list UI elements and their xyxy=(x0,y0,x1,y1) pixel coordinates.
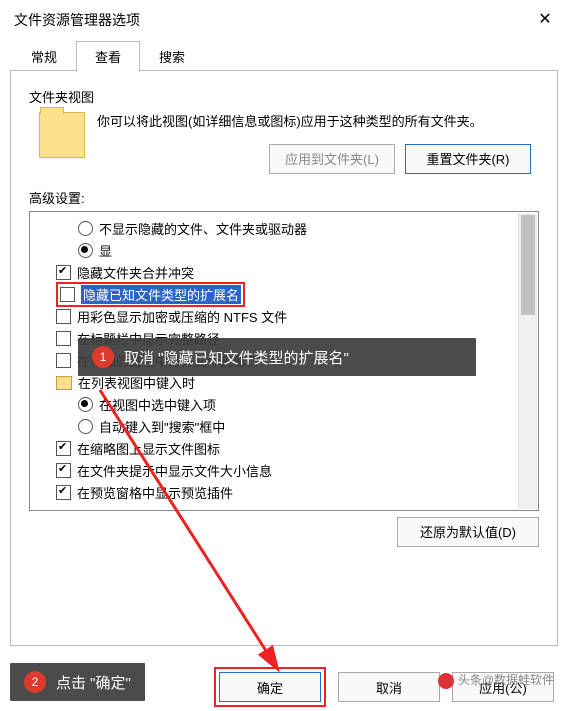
tab-general[interactable]: 常规 xyxy=(12,41,76,72)
list-item-label: 隐藏已知文件类型的扩展名 xyxy=(81,285,241,304)
list-item-label: 在视图中选中键入项 xyxy=(99,395,216,414)
checkbox[interactable] xyxy=(56,331,71,346)
list-item[interactable]: 在缩略图上显示文件图标 xyxy=(34,438,534,460)
restore-defaults-button[interactable]: 还原为默认值(D) xyxy=(397,517,539,547)
folder-view-body: 你可以将此视图(如详细信息或图标)应用于这种类型的所有文件夹。 应用到文件夹(L… xyxy=(39,112,539,174)
ok-highlight: 确定 xyxy=(214,667,326,707)
checkbox[interactable] xyxy=(60,287,75,302)
watermark-icon xyxy=(438,673,454,689)
list-item-label: 隐藏文件夹合并冲突 xyxy=(77,263,194,282)
folder-view-group: 文件夹视图 你可以将此视图(如详细信息或图标)应用于这种类型的所有文件夹。 应用… xyxy=(29,87,539,174)
restore-row: 还原为默认值(D) xyxy=(29,517,539,547)
annotation-1: 1 取消 "隐藏已知文件类型的扩展名" xyxy=(78,338,476,376)
radio[interactable] xyxy=(78,397,93,412)
list-item[interactable]: 在预览窗格中显示预览插件 xyxy=(34,482,534,504)
list-item-label: 自动键入到"搜索"框中 xyxy=(99,417,225,436)
highlighted-item: 隐藏已知文件类型的扩展名 xyxy=(56,282,245,307)
tab-search[interactable]: 搜索 xyxy=(140,41,204,72)
close-icon: ✕ xyxy=(538,0,551,40)
checkbox[interactable] xyxy=(56,265,71,280)
checkbox[interactable] xyxy=(56,309,71,324)
list-item[interactable]: 自动键入到"搜索"框中 xyxy=(34,416,534,438)
folder-view-desc: 你可以将此视图(如详细信息或图标)应用于这种类型的所有文件夹。 xyxy=(97,112,539,132)
list-item-label: 在缩略图上显示文件图标 xyxy=(77,439,220,458)
list-item-label: 在预览窗格中显示预览插件 xyxy=(77,483,233,502)
annotation-2: 2 点击 "确定" xyxy=(10,663,145,701)
list-item[interactable]: 隐藏已知文件类型的扩展名 xyxy=(34,284,534,306)
list-item[interactable]: 在视图中选中键入项 xyxy=(34,394,534,416)
list-item[interactable]: 不显示隐藏的文件、文件夹或驱动器 xyxy=(34,218,534,240)
folder-options-window: 文件资源管理器选项 ✕ 常规 查看 搜索 文件夹视图 你可以将此视图(如详细信息… xyxy=(0,0,568,711)
radio[interactable] xyxy=(78,419,93,434)
reset-folders-button[interactable]: 重置文件夹(R) xyxy=(405,144,531,174)
annotation-2-badge: 2 xyxy=(24,671,46,693)
titlebar: 文件资源管理器选项 ✕ xyxy=(0,0,568,41)
radio[interactable] xyxy=(78,243,93,258)
annotation-2-text: 点击 "确定" xyxy=(56,672,131,693)
annotation-1-badge: 1 xyxy=(92,346,114,368)
scrollbar-thumb[interactable] xyxy=(521,215,535,315)
list-item[interactable]: 在文件夹提示中显示文件大小信息 xyxy=(34,460,534,482)
tabstrip: 常规 查看 搜索 xyxy=(0,41,568,71)
cancel-button[interactable]: 取消 xyxy=(338,672,440,702)
watermark: 头条@数据蛙软件 xyxy=(438,671,554,689)
checkbox[interactable] xyxy=(56,353,71,368)
window-title: 文件资源管理器选项 xyxy=(14,0,140,40)
scrollbar[interactable] xyxy=(518,213,537,509)
list-item[interactable]: 隐藏文件夹合并冲突 xyxy=(34,262,534,284)
folder-view-buttons: 应用到文件夹(L) 重置文件夹(R) xyxy=(97,144,539,174)
checkbox[interactable] xyxy=(56,485,71,500)
list-item-label: 不显示隐藏的文件、文件夹或驱动器 xyxy=(99,219,307,238)
folder-view-right: 你可以将此视图(如详细信息或图标)应用于这种类型的所有文件夹。 应用到文件夹(L… xyxy=(97,112,539,174)
radio[interactable] xyxy=(78,221,93,236)
folder-view-label: 文件夹视图 xyxy=(29,87,539,106)
folder-icon xyxy=(56,376,72,390)
list-item[interactable]: 显 xyxy=(34,240,534,262)
checkbox[interactable] xyxy=(56,463,71,478)
close-button[interactable]: ✕ xyxy=(522,0,568,40)
checkbox[interactable] xyxy=(56,441,71,456)
folder-icon xyxy=(39,112,85,158)
apply-to-folders-button[interactable]: 应用到文件夹(L) xyxy=(269,144,395,174)
annotation-1-text: 取消 "隐藏已知文件类型的扩展名" xyxy=(124,347,349,368)
advanced-label: 高级设置: xyxy=(29,188,539,207)
list-item-label: 用彩色显示加密或压缩的 NTFS 文件 xyxy=(77,307,287,326)
list-item-label: 显 xyxy=(99,241,112,260)
tab-view[interactable]: 查看 xyxy=(76,41,140,72)
ok-button[interactable]: 确定 xyxy=(219,672,321,702)
list-item-label: 在文件夹提示中显示文件大小信息 xyxy=(77,461,272,480)
list-item[interactable]: 用彩色显示加密或压缩的 NTFS 文件 xyxy=(34,306,534,328)
